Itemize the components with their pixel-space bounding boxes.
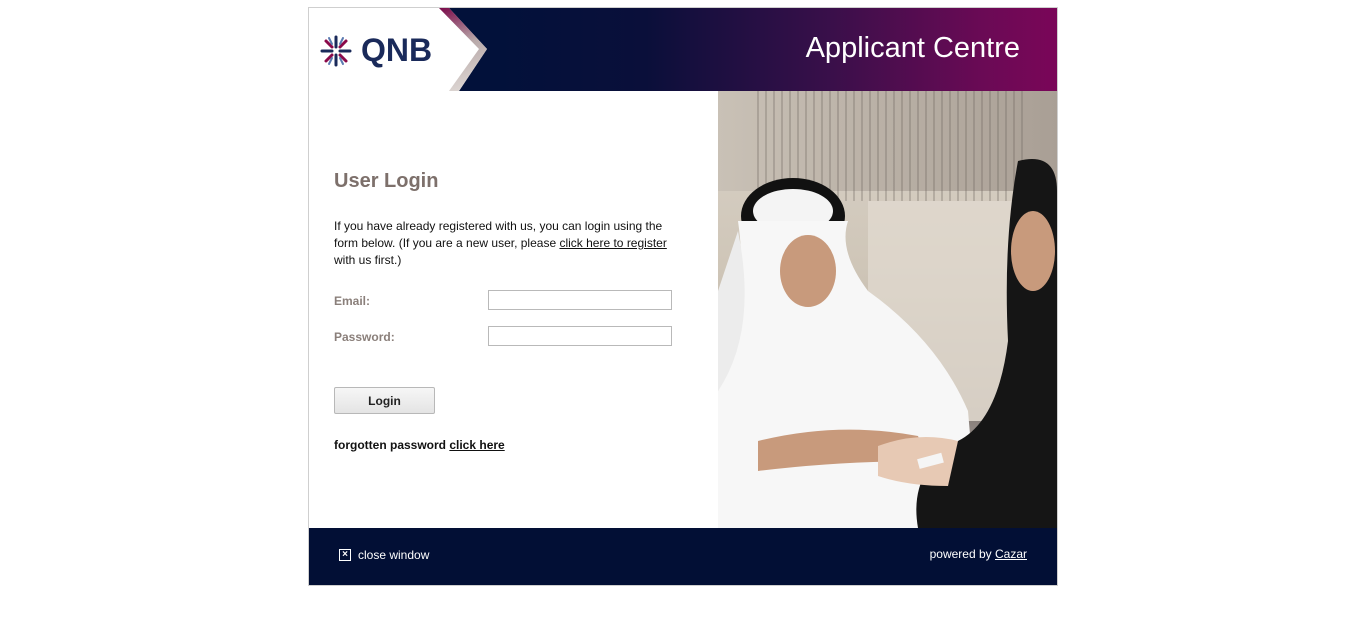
photo-illustration (718, 91, 1057, 528)
close-window-button[interactable]: close window (358, 548, 429, 562)
register-link[interactable]: click here to register (559, 236, 666, 250)
forgot-password-link[interactable]: click here (449, 438, 504, 452)
login-panel: User Login If you have already registere… (309, 91, 718, 528)
cazar-link[interactable]: Cazar (995, 547, 1027, 561)
forgot-password-label: forgotten password (334, 438, 450, 452)
email-label: Email: (334, 294, 371, 308)
qnb-star-icon (320, 35, 352, 67)
close-box-icon[interactable]: × (339, 549, 351, 561)
powered-by-label: powered by (929, 547, 995, 561)
intro-text-end: with us first.) (334, 253, 402, 267)
login-button[interactable]: Login (334, 387, 435, 414)
password-label: Password: (334, 330, 395, 344)
forgot-password-text: forgotten password click here (334, 438, 505, 452)
powered-by-text: powered by Cazar (930, 547, 1027, 561)
header-banner: QNB Applicant Centre (309, 8, 1057, 91)
login-window: QNB Applicant Centre User Login If you h… (308, 7, 1058, 586)
email-field[interactable] (488, 290, 672, 310)
hero-photo (718, 91, 1057, 528)
password-field[interactable] (488, 326, 672, 346)
footer-bar: × close window powered by Cazar (309, 528, 1057, 585)
brand-name: QNB (361, 32, 433, 68)
intro-text: If you have already registered with us, … (334, 218, 679, 269)
page-title: Applicant Centre (805, 32, 1020, 64)
login-heading: User Login (334, 170, 439, 192)
